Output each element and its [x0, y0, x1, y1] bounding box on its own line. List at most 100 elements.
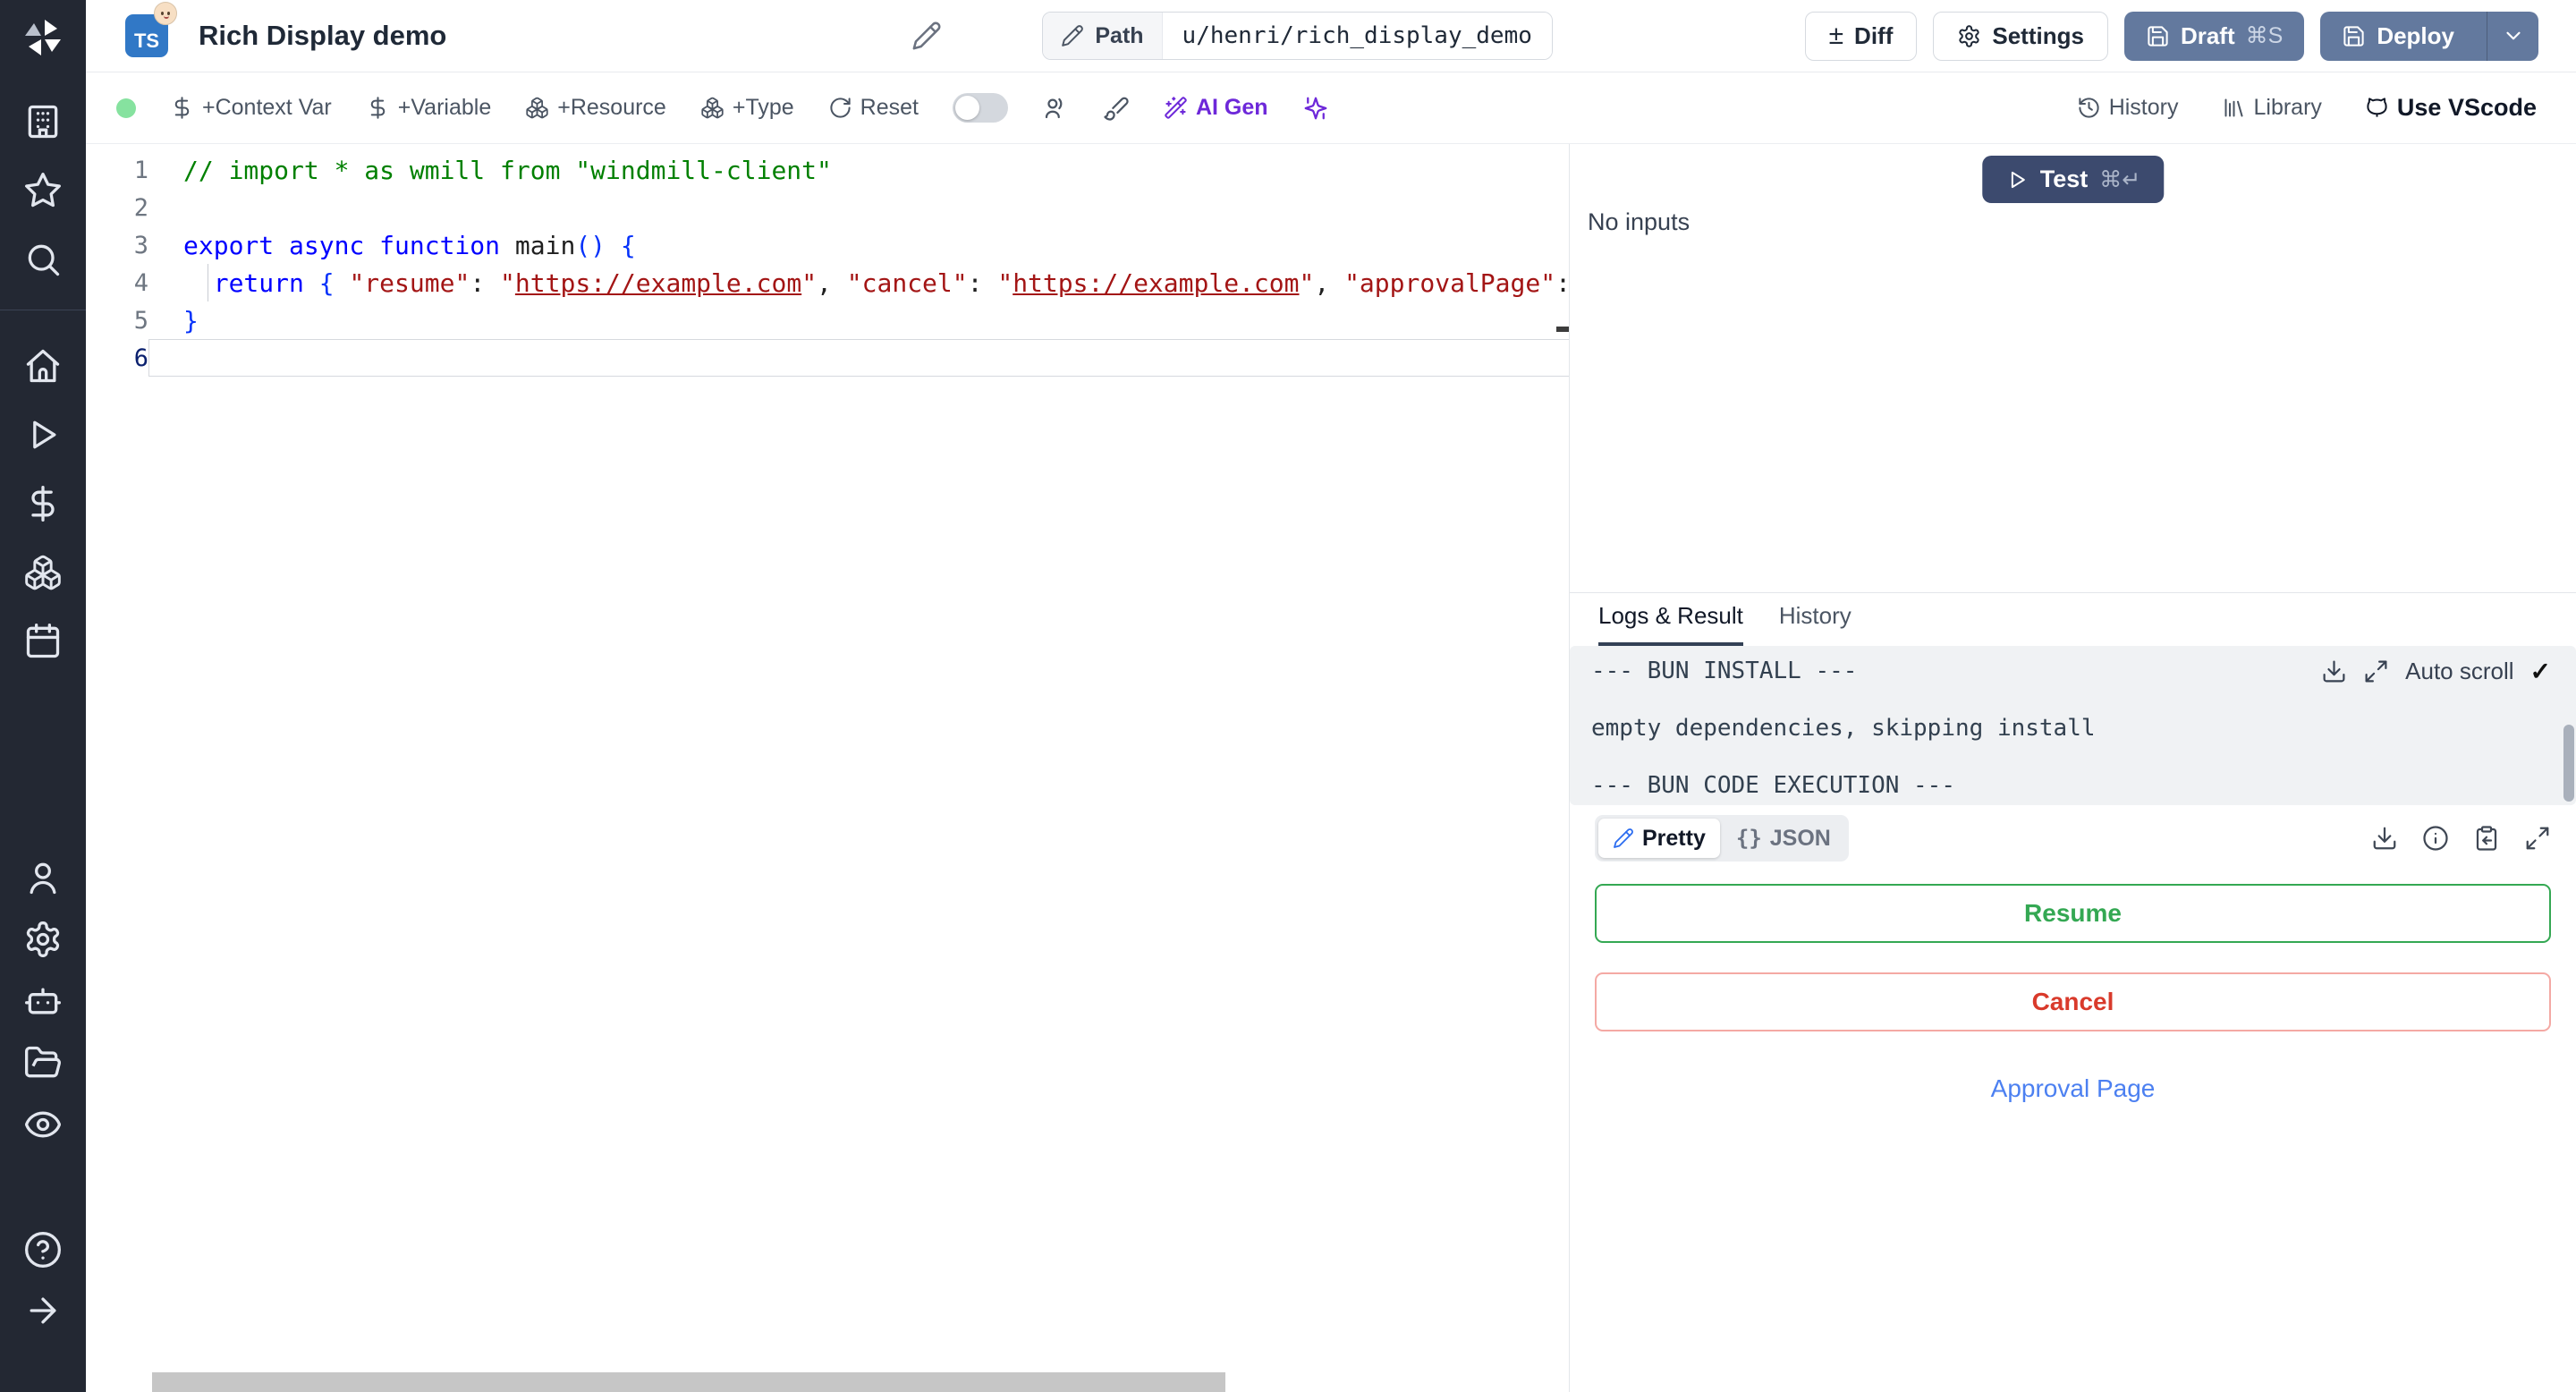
edit-title-pencil-icon[interactable] — [911, 21, 942, 51]
add-resource-button[interactable]: +Resource — [525, 95, 666, 121]
code-line[interactable]: 3 export async function main() { — [86, 226, 1569, 264]
braces-icon: {} — [1735, 826, 1762, 851]
code-line[interactable]: 6 — [86, 339, 1569, 377]
package-icon — [700, 96, 724, 120]
history-button[interactable]: History — [2077, 95, 2179, 121]
users-icon[interactable] — [23, 858, 63, 897]
test-button[interactable]: Test ⌘↵ — [1981, 156, 2165, 203]
settings-gear-icon[interactable] — [23, 920, 63, 959]
library-button[interactable]: Library — [2222, 95, 2322, 121]
ai-gen-label: AI Gen — [1195, 95, 1268, 120]
schedules-calendar-icon[interactable] — [23, 622, 63, 661]
resources-boxes-icon[interactable] — [23, 553, 63, 592]
ai-sparkles-icon[interactable] — [1302, 95, 1329, 122]
code-line[interactable]: 1 // import * as wmill from "windmill-cli… — [86, 151, 1569, 189]
add-variable-button[interactable]: +Variable — [366, 95, 491, 121]
ai-gen-button[interactable]: AI Gen — [1164, 95, 1268, 121]
view-pretty-button[interactable]: Pretty — [1598, 819, 1720, 858]
code-line-content: // import * as wmill from "windmill-clie… — [183, 155, 832, 185]
cancel-button[interactable]: Cancel — [1595, 972, 2551, 1031]
auto-scroll-label[interactable]: Auto scroll — [2405, 658, 2513, 685]
multiplayer-toggle[interactable] — [952, 93, 1008, 123]
code-line-content: export async function main() { — [183, 230, 636, 260]
logs-scrollbar-thumb[interactable] — [2563, 725, 2574, 802]
dollar-icon — [366, 96, 390, 120]
history-clock-icon — [2077, 96, 2101, 120]
path-selector[interactable]: Path u/henri/rich_display_demo — [1042, 12, 1553, 60]
expand-sidebar-arrow-icon[interactable] — [23, 1291, 63, 1330]
code-line[interactable]: 5} — [86, 301, 1569, 339]
editor-horizontal-scrollbar[interactable] — [152, 1372, 1225, 1392]
favorites-star-icon[interactable] — [23, 171, 63, 210]
path-label-section: Path — [1043, 13, 1162, 59]
code-line[interactable]: 4 return { "resume": " https://example.co… — [86, 264, 1569, 301]
workspace-icon[interactable] — [23, 102, 63, 141]
pen-icon — [1613, 828, 1634, 849]
download-result-icon[interactable] — [2371, 825, 2398, 852]
view-json-label: JSON — [1769, 825, 1831, 851]
copy-clipboard-icon[interactable] — [2473, 825, 2500, 852]
view-pretty-label: Pretty — [1642, 825, 1706, 851]
settings-button-label: Settings — [1992, 21, 2084, 49]
help-icon[interactable] — [23, 1230, 63, 1269]
multiplayer-users-icon[interactable] — [1042, 95, 1069, 122]
tab-logs-result[interactable]: Logs & Result — [1598, 602, 1743, 646]
result-body: Resume Cancel Approval Page — [1570, 871, 2576, 1392]
audit-eye-icon[interactable] — [23, 1105, 63, 1144]
runs-play-icon[interactable] — [23, 415, 63, 454]
search-icon[interactable] — [23, 240, 63, 279]
approval-page-link[interactable]: Approval Page — [1595, 1074, 2551, 1103]
test-shortcut: ⌘↵ — [2099, 166, 2141, 192]
logs-actions: Auto scroll ✓ — [2321, 657, 2551, 686]
code-line-content: } — [183, 305, 199, 335]
download-logs-icon[interactable] — [2321, 658, 2347, 684]
editor-toolbar: +Context Var +Variable +Resource +Type R… — [86, 72, 2576, 144]
draft-button[interactable]: Draft ⌘S — [2123, 11, 2305, 61]
home-icon[interactable] — [23, 346, 63, 386]
tab-history[interactable]: History — [1779, 602, 1852, 646]
use-vscode-button[interactable]: Use VScode — [2365, 94, 2537, 122]
view-json-button[interactable]: {} JSON — [1722, 819, 1845, 858]
reset-button[interactable]: Reset — [828, 95, 919, 121]
windmill-logo-icon[interactable] — [21, 16, 64, 59]
resume-button[interactable]: Resume — [1595, 884, 2551, 943]
main-column: TS Rich Display demo Path u/henri/rich_d… — [86, 0, 2576, 1392]
logs-panel[interactable]: --- BUN INSTALL --- empty dependencies, s… — [1570, 646, 2576, 805]
diff-button[interactable]: ± Diff — [1804, 11, 1918, 61]
variables-dollar-icon[interactable] — [23, 484, 63, 523]
no-inputs-text: No inputs — [1588, 208, 1690, 235]
draft-shortcut: ⌘S — [2245, 23, 2284, 48]
line-number: 6 — [133, 344, 148, 372]
settings-button[interactable]: Settings — [1933, 11, 2108, 61]
library-icon — [2222, 96, 2246, 120]
workers-robot-icon[interactable] — [23, 981, 63, 1021]
line-number: 4 — [133, 268, 148, 297]
expand-result-icon[interactable] — [2524, 825, 2551, 852]
use-vscode-label: Use VScode — [2396, 94, 2537, 121]
code-line[interactable]: 2 — [86, 189, 1569, 226]
top-bar: TS Rich Display demo Path u/henri/rich_d… — [86, 0, 2576, 72]
deploy-button[interactable]: Deploy — [2320, 11, 2538, 61]
deploy-main-segment[interactable]: Deploy — [2320, 12, 2476, 61]
typescript-badge-label: TS — [133, 30, 160, 52]
result-action-icons — [2371, 825, 2551, 852]
reset-label: Reset — [860, 95, 919, 120]
library-label: Library — [2253, 95, 2322, 120]
play-icon — [2005, 168, 2029, 191]
deploy-dropdown-segment[interactable] — [2487, 11, 2538, 61]
format-brush-icon[interactable] — [1103, 95, 1130, 122]
add-context-var-button[interactable]: +Context Var — [170, 95, 332, 121]
content: 1 // import * as wmill from "windmill-cli… — [86, 144, 2576, 1392]
refresh-icon — [828, 96, 852, 120]
expand-logs-icon[interactable] — [2363, 658, 2389, 684]
info-icon[interactable] — [2422, 825, 2449, 852]
draft-button-label: Draft — [2180, 21, 2235, 49]
code-editor[interactable]: 1 // import * as wmill from "windmill-cli… — [86, 144, 1569, 1392]
auto-scroll-checkmark[interactable]: ✓ — [2530, 657, 2551, 686]
add-type-label: +Type — [732, 95, 794, 120]
test-button-label: Test — [2039, 166, 2089, 192]
add-type-button[interactable]: +Type — [700, 95, 794, 121]
folders-icon[interactable] — [23, 1043, 63, 1082]
deploy-button-label: Deploy — [2377, 21, 2454, 49]
